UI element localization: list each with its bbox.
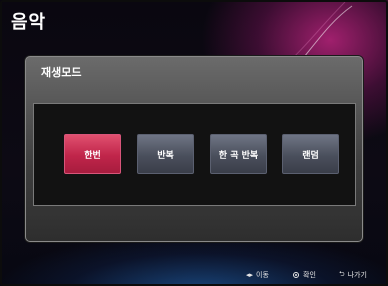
hint-ok: 확인 xyxy=(293,269,316,281)
dialog-title: 재생모드 xyxy=(41,66,82,79)
hint-move: ◂▸ 이동 xyxy=(246,269,269,281)
hint-exit-label: 나가기 xyxy=(347,271,367,279)
play-mode-dialog: 재생모드 한번 반복 한 곡 반복 랜덤 xyxy=(25,56,363,242)
hint-exit: ⮌ 나가기 xyxy=(339,269,367,281)
option-repeat-one-button[interactable]: 한 곡 반복 xyxy=(210,134,267,174)
option-repeat-button[interactable]: 반복 xyxy=(137,134,194,174)
play-mode-option-panel: 한번 반복 한 곡 반복 랜덤 xyxy=(33,103,356,206)
hint-move-label: 이동 xyxy=(256,271,269,279)
option-random-button[interactable]: 랜덤 xyxy=(282,134,339,174)
app-title: 음악 xyxy=(11,12,47,33)
option-once-button[interactable]: 한번 xyxy=(64,134,121,174)
ok-button-icon xyxy=(293,272,299,278)
left-right-arrows-icon: ◂▸ xyxy=(246,271,254,279)
hint-ok-label: 확인 xyxy=(303,271,316,279)
return-arrow-icon: ⮌ xyxy=(339,269,345,278)
